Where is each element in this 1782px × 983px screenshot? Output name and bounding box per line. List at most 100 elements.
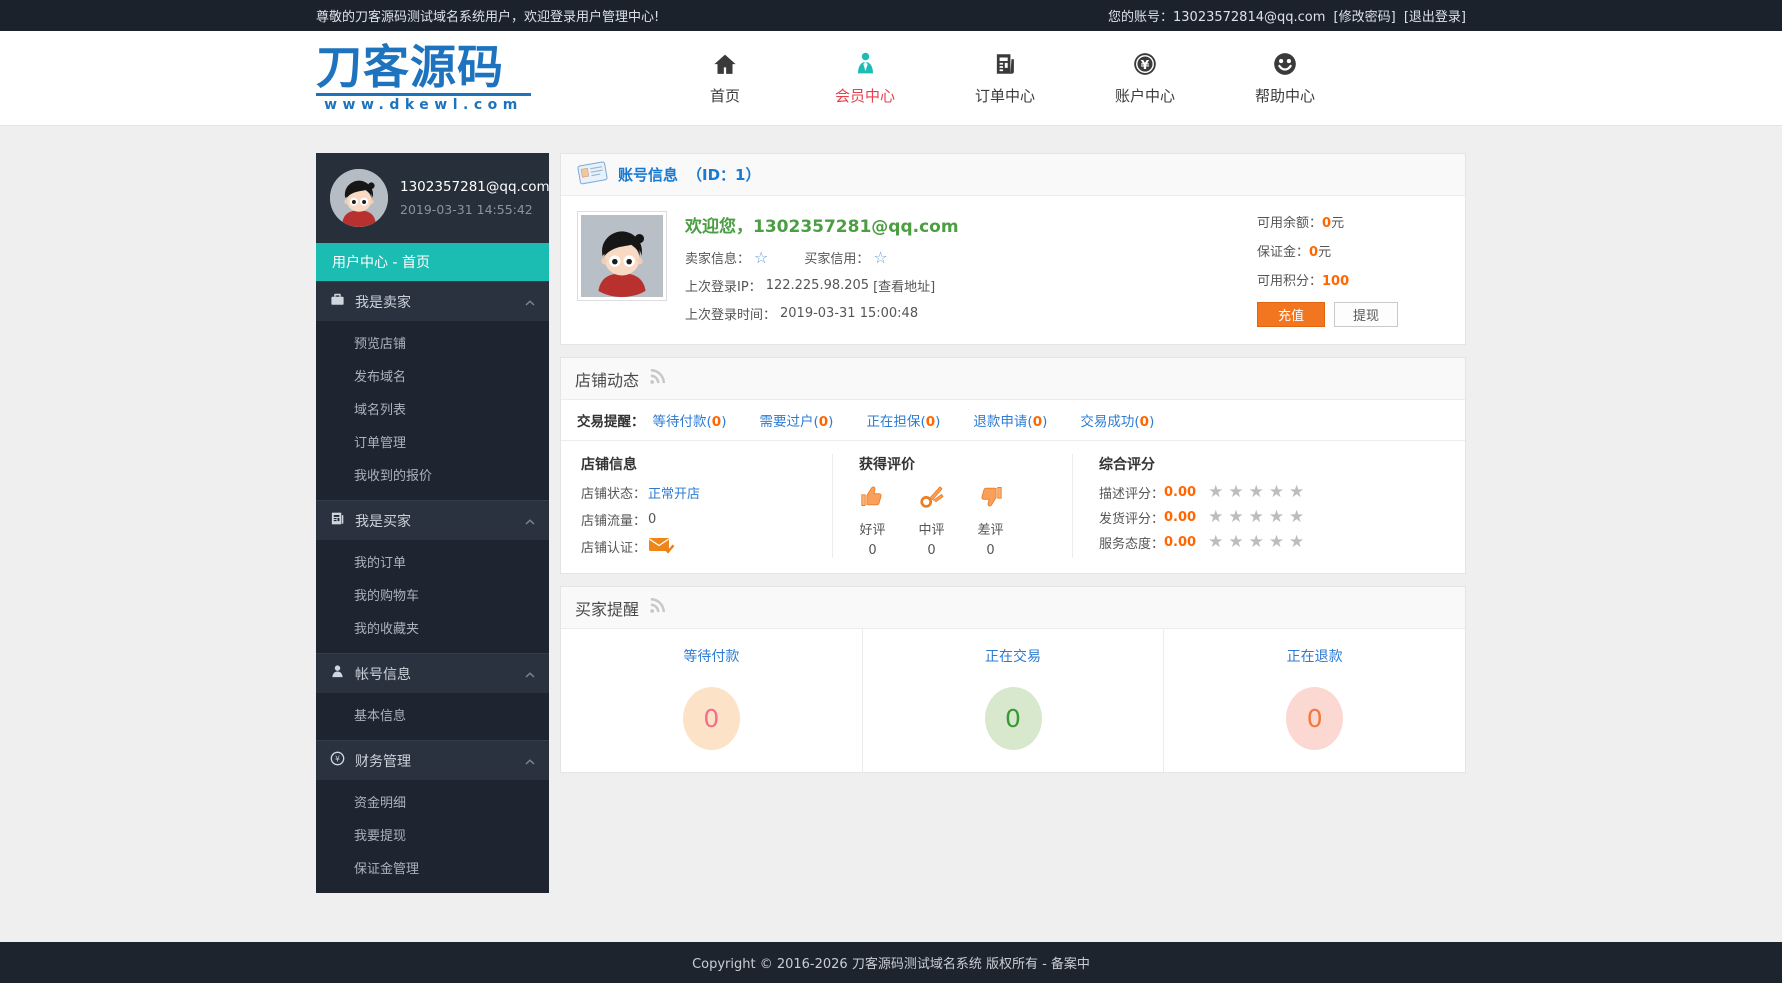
rss-icon	[648, 367, 667, 390]
change-password-link[interactable]: [修改密码]	[1334, 10, 1396, 25]
buyer-panel-header: 买家提醒	[561, 587, 1465, 629]
points-label: 可用积分：	[1257, 274, 1322, 289]
deposit-value: 0	[1309, 245, 1318, 260]
nav-item-home[interactable]: 首页	[692, 50, 758, 106]
content-area: 1302357281@qq.com 2019-03-31 14:55:42 用户…	[316, 126, 1466, 942]
reminder-wait-payment-link[interactable]: 等待付款0	[653, 410, 727, 430]
user-icon	[330, 664, 345, 683]
panel-title: 店铺动态	[575, 367, 639, 391]
balance-buttons: 充值 提现	[1257, 302, 1449, 327]
last-ip-line: 上次登录IP： 122.225.98.205 [查看地址]	[685, 276, 1257, 295]
reminder-need-transfer-link[interactable]: 需要过户0	[759, 410, 833, 430]
nav-item-account-center[interactable]: ¥ 账户中心	[1112, 50, 1178, 106]
nav-label: 账户中心	[1115, 85, 1175, 106]
nav-label: 订单中心	[975, 85, 1035, 106]
logout-link[interactable]: [退出登录]	[1404, 10, 1466, 25]
header: 刀客源码 www.dkewl.com 首页 会员中心 订单中心	[0, 31, 1782, 126]
account-id: （ID：1）	[687, 164, 760, 185]
reminder-trade-success-link[interactable]: 交易成功0	[1080, 410, 1154, 430]
sidebar-item-publish-domain[interactable]: 发布域名	[316, 361, 549, 394]
sidebar-item-my-orders[interactable]: 我的订单	[316, 547, 549, 580]
ratings-title: 获得评价	[859, 454, 1046, 474]
topbar-account-area: 您的账号：13023572814@qq.com [修改密码] [退出登录]	[1108, 6, 1466, 25]
sidebar-item-fund-details[interactable]: 资金明细	[316, 787, 549, 820]
sidebar-section-seller[interactable]: 我是卖家	[316, 281, 549, 321]
sidebar-item-received-offers[interactable]: 我收到的报价	[316, 460, 549, 493]
trade-reminder-row: 交易提醒： 等待付款0 需要过户0 正在担保0 退款申请0 交易成功0	[561, 400, 1465, 441]
rating-value: 0	[927, 543, 935, 558]
logo-title: 刀客源码	[316, 43, 531, 91]
mail-verified-icon	[648, 536, 675, 558]
nav-item-member-center[interactable]: 会员中心	[832, 50, 898, 106]
profile-login-time: 2019-03-31 14:55:42	[400, 202, 550, 217]
shop-status-line: 店铺状态： 正常开店	[581, 483, 812, 502]
sidebar-section-label: 我是买家	[355, 511, 411, 531]
chevron-up-icon	[525, 513, 535, 529]
buyer-panel-body: 等待付款 0 正在交易 0 正在退款 0	[561, 629, 1465, 772]
nav-item-order-center[interactable]: 订单中心	[972, 50, 1038, 106]
score-shipping: 发货评分： 0.00 ★★★★★	[1099, 508, 1439, 527]
sidebar-item-preview-shop[interactable]: 预览店铺	[316, 328, 549, 361]
nav-label: 帮助中心	[1255, 85, 1315, 106]
shop-status-link[interactable]: 正常开店	[648, 483, 700, 502]
sidebar-section-label: 财务管理	[355, 751, 411, 771]
sidebar-item-my-favorites[interactable]: 我的收藏夹	[316, 613, 549, 646]
sidebar-item-my-cart[interactable]: 我的购物车	[316, 580, 549, 613]
sidebar-section-buyer[interactable]: 我是买家	[316, 500, 549, 540]
account-label: 您的账号：	[1108, 10, 1173, 25]
score-description: 描述评分： 0.00 ★★★★★	[1099, 483, 1439, 502]
deposit-unit: 元	[1318, 245, 1331, 260]
star-rating: ★★★★★	[1208, 534, 1309, 551]
chevron-up-icon	[525, 753, 535, 769]
buyer-menu: 我的订单 我的购物车 我的收藏夹	[316, 540, 549, 653]
rating-label: 好评	[859, 519, 885, 538]
nav-label: 首页	[710, 85, 740, 106]
buyer-refunding-link[interactable]: 正在退款	[1287, 649, 1343, 665]
buyer-trading-link[interactable]: 正在交易	[985, 649, 1041, 665]
star-icon: ☆	[873, 250, 887, 266]
topbar: 尊敬的刀客源码测试域名系统用户，欢迎登录用户管理中心! 您的账号：1302357…	[0, 0, 1782, 31]
sidebar-section-finance[interactable]: ¥ 财务管理	[316, 740, 549, 780]
home-icon	[712, 50, 738, 77]
buyer-wait-payment-link[interactable]: 等待付款	[683, 649, 739, 665]
shop-stats-row: 店铺信息 店铺状态： 正常开店 店铺流量： 0 店铺认证： 获得评	[561, 441, 1465, 573]
account-info-menu: 基本信息	[316, 693, 549, 740]
shop-info-column: 店铺信息 店铺状态： 正常开店 店铺流量： 0 店铺认证：	[561, 454, 833, 558]
shop-dynamics-panel: 店铺动态 交易提醒： 等待付款0 需要过户0 正在担保0 退款申请0 交易成功0…	[560, 357, 1466, 574]
account-panel-body: 欢迎您，1302357281@qq.com 卖家信息： ☆ 买家信用： ☆ 上次…	[561, 196, 1465, 344]
sidebar-item-withdraw[interactable]: 我要提现	[316, 820, 549, 853]
sidebar-item-basic-info[interactable]: 基本信息	[316, 700, 549, 733]
buyer-trading-block: 正在交易 0	[863, 629, 1165, 772]
sidebar-section-label: 我是卖家	[355, 292, 411, 312]
footer: Copyright © 2016-2026 刀客源码测试域名系统 版权所有 - …	[0, 942, 1782, 983]
refunding-count-badge: 0	[1286, 687, 1343, 750]
logo-subtitle: www.dkewl.com	[316, 93, 531, 113]
trading-count-badge: 0	[985, 687, 1042, 750]
site-logo[interactable]: 刀客源码 www.dkewl.com	[316, 43, 531, 112]
sidebar-item-deposit-manage[interactable]: 保证金管理	[316, 853, 549, 886]
scores-column: 综合评分 描述评分： 0.00 ★★★★★ 发货评分： 0.00 ★★★★★ 服…	[1073, 454, 1465, 558]
recharge-button[interactable]: 充值	[1257, 302, 1325, 327]
finance-menu: 资金明细 我要提现 保证金管理	[316, 780, 549, 893]
nav-item-help-center[interactable]: 帮助中心	[1252, 50, 1318, 106]
view-address-link[interactable]: [查看地址]	[873, 276, 935, 295]
sidebar-item-user-center-home[interactable]: 用户中心 - 首页	[316, 243, 549, 281]
sidebar-item-domain-list[interactable]: 域名列表	[316, 394, 549, 427]
sidebar-section-label: 帐号信息	[355, 664, 411, 684]
reminder-in-escrow-link[interactable]: 正在担保0	[866, 410, 940, 430]
topbar-welcome-text: 尊敬的刀客源码测试域名系统用户，欢迎登录用户管理中心!	[316, 6, 659, 25]
seller-info-label: 卖家信息：	[685, 248, 750, 267]
account-info-panel: 账号信息 （ID：1） 欢迎您，1302357281@qq.com 卖家信息： …	[560, 153, 1466, 345]
withdraw-button[interactable]: 提现	[1334, 302, 1398, 327]
rating-label: 差评	[977, 519, 1003, 538]
account-panel-header: 账号信息 （ID：1）	[561, 154, 1465, 196]
sidebar-item-order-manage[interactable]: 订单管理	[316, 427, 549, 460]
account-info-block: 欢迎您，1302357281@qq.com 卖家信息： ☆ 买家信用： ☆ 上次…	[685, 211, 1257, 327]
buyer-refunding-block: 正在退款 0	[1164, 629, 1465, 772]
rating-value: 0	[868, 543, 876, 558]
reminder-refund-request-link[interactable]: 退款申请0	[973, 410, 1047, 430]
ratings-column: 获得评价 好评 0 中评 0	[833, 454, 1073, 558]
sidebar-section-account-info[interactable]: 帐号信息	[316, 653, 549, 693]
shop-cert-line: 店铺认证：	[581, 537, 812, 556]
account-email: 13023572814@qq.com	[1173, 10, 1325, 25]
